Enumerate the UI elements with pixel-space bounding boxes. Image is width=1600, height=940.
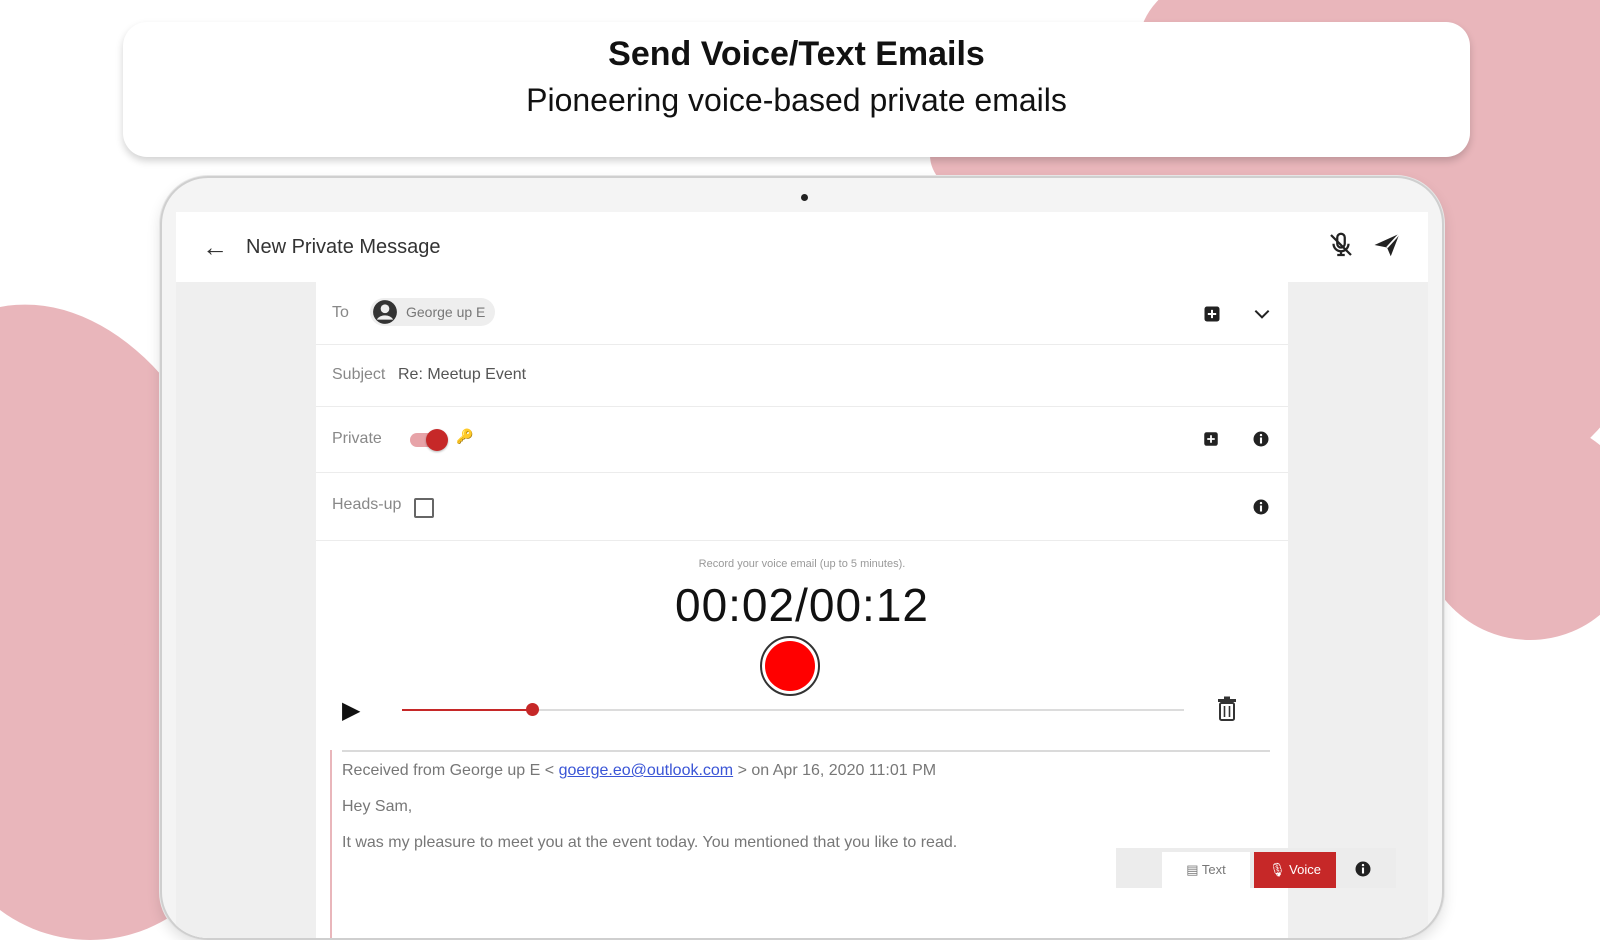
- toggle-knob: [426, 429, 448, 451]
- key-icon: 🔑: [456, 428, 474, 444]
- quote-header-prefix: Received from George up E <: [342, 762, 555, 779]
- banner-subtitle: Pioneering voice-based private emails: [526, 82, 1067, 118]
- to-label: To: [332, 304, 349, 321]
- app-bar: ← New Private Message: [176, 212, 1428, 282]
- left-gutter: [176, 282, 316, 938]
- quote-header-suffix: > on Apr 16, 2020 11:01 PM: [737, 762, 937, 779]
- private-toggle[interactable]: [410, 429, 448, 451]
- promo-banner: Send Voice/Text Emails Pioneering voice-…: [123, 22, 1470, 157]
- camera-dot: [801, 194, 808, 201]
- tablet-frame: ← New Private Message To George up E Sub…: [160, 176, 1444, 940]
- info-icon[interactable]: [1252, 498, 1270, 516]
- chevron-down-icon[interactable]: [1252, 306, 1272, 322]
- sender-email-link[interactable]: goerge.eo@outlook.com: [559, 762, 734, 779]
- record-hint: Record your voice email (up to 5 minutes…: [698, 558, 906, 570]
- quoted-message: Received from George up E < goerge.eo@ou…: [330, 750, 1270, 938]
- banner-title: Send Voice/Text Emails: [608, 35, 985, 73]
- recipient-chip[interactable]: George up E: [370, 298, 496, 326]
- divider: [342, 750, 1270, 752]
- mic-off-icon[interactable]: [1326, 230, 1356, 260]
- info-icon[interactable]: [1354, 860, 1372, 878]
- text-mode-label: Text: [1201, 862, 1226, 877]
- headsup-row: Heads-up: [316, 472, 1288, 541]
- playback-thumb[interactable]: [525, 703, 539, 716]
- subject-row: Subject Re: Meetup Event: [316, 344, 1288, 407]
- send-icon[interactable]: [1372, 230, 1402, 260]
- quote-greeting: Hey Sam,: [342, 798, 413, 815]
- mode-switch: ▤ Text 🎙 Voice: [1116, 848, 1396, 888]
- record-button[interactable]: [760, 636, 820, 696]
- recipient-name: George up E: [406, 304, 486, 320]
- add-key-icon[interactable]: [1202, 430, 1220, 448]
- subject-label: Subject: [332, 366, 386, 383]
- to-row: To George up E: [316, 282, 1288, 345]
- record-dot: [765, 641, 815, 691]
- add-contact-icon[interactable]: [1202, 304, 1222, 324]
- trash-icon[interactable]: [1216, 696, 1238, 722]
- playback-progress: [402, 709, 532, 711]
- play-icon[interactable]: ▶: [342, 696, 360, 725]
- text-mode-button[interactable]: ▤ Text: [1162, 852, 1250, 888]
- playback-slider[interactable]: [402, 703, 1184, 716]
- info-icon[interactable]: [1252, 430, 1270, 448]
- private-row: Private 🔑: [316, 406, 1288, 473]
- compose-form: To George up E Subject Re: Meetup Event …: [316, 282, 1288, 938]
- private-label: Private: [332, 430, 382, 447]
- app-screen: ← New Private Message To George up E Sub…: [176, 212, 1428, 938]
- headsup-checkbox[interactable]: [414, 498, 434, 518]
- headsup-label: Heads-up: [332, 496, 402, 513]
- voice-mode-label: Voice: [1289, 862, 1321, 877]
- back-arrow-icon[interactable]: ←: [202, 232, 228, 263]
- avatar: [373, 300, 397, 324]
- page-title: New Private Message: [246, 236, 441, 258]
- right-gutter: [1288, 282, 1428, 938]
- subject-input[interactable]: Re: Meetup Event: [398, 366, 526, 384]
- quote-header: Received from George up E < goerge.eo@ou…: [342, 762, 1270, 780]
- voice-mode-button[interactable]: 🎙 Voice: [1254, 852, 1336, 888]
- recording-timer: 00:02/00:12: [674, 579, 929, 631]
